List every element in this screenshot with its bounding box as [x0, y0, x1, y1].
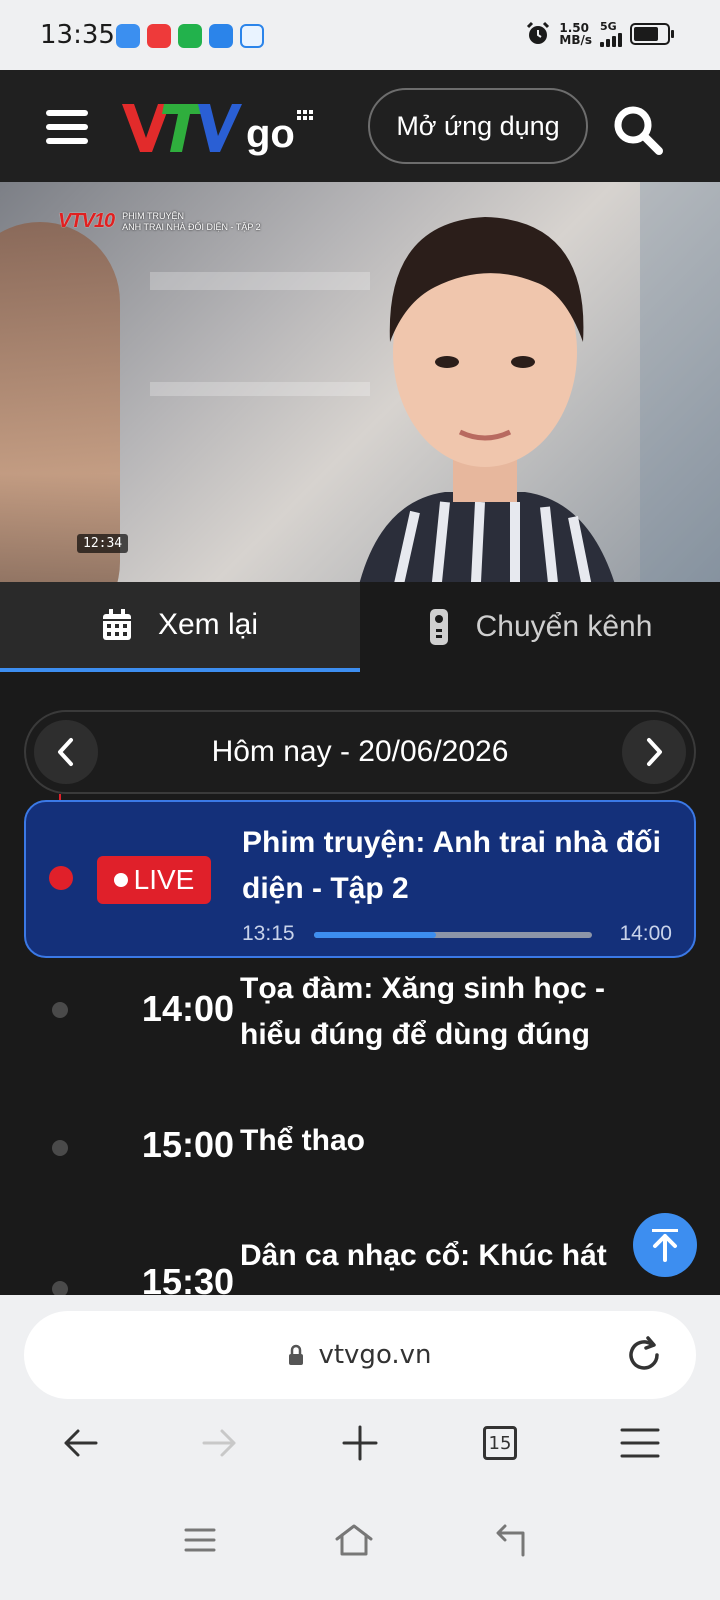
battery-icon [630, 22, 674, 45]
network-speed-unit: MB/s [559, 32, 592, 47]
cloud-app-notification-icon [240, 24, 264, 48]
remote-icon [429, 609, 448, 645]
network-type: 5G [600, 20, 617, 33]
system-back-button[interactable] [480, 1510, 540, 1570]
schedule-time: 15:30 [141, 1261, 234, 1295]
new-tab-button[interactable] [330, 1413, 390, 1473]
tab-switch-channel[interactable]: Chuyển kênh [360, 582, 720, 672]
schedule-item[interactable]: 14:00 Tọa đàm: Xăng sinh học - hiểu đúng… [24, 966, 696, 1076]
browser-menu-button[interactable] [610, 1413, 670, 1473]
vtvgo-logo[interactable]: go [120, 96, 313, 156]
status-right: 1.50 MB/s 5G [525, 20, 674, 47]
video-player[interactable]: VTV10 PHIM TRUYỆN ANH TRAI NHÀ ĐỐI DIỆN … [0, 182, 720, 582]
address-bar[interactable]: vtvgo.vn [24, 1311, 696, 1399]
url-text: vtvgo.vn [318, 1340, 432, 1370]
date-selector: Hôm nay - 20/06/2026 [24, 710, 696, 794]
tab-count: 15 [483, 1426, 517, 1460]
recents-icon [184, 1528, 216, 1552]
background-window [640, 182, 720, 582]
arrow-right-icon [202, 1429, 236, 1457]
system-home-button[interactable] [324, 1510, 384, 1570]
schedule-item[interactable]: 15:30 Dân ca nhạc cổ: Khúc hát [24, 1233, 696, 1295]
schedule-title: Tọa đàm: Xăng sinh học - hiểu đúng để dù… [240, 972, 606, 1051]
live-program-title: Phim truyện: Anh trai nhà đối diện - Tập… [242, 826, 661, 905]
home-icon [335, 1524, 373, 1556]
next-day-button[interactable] [622, 720, 686, 784]
tab-replay[interactable]: Xem lại [0, 582, 360, 672]
schedule-item[interactable]: 15:00 Thể thao [24, 1118, 696, 1188]
live-start-time: 13:15 [242, 922, 295, 945]
live-dot-icon [113, 873, 128, 887]
status-time: 13:35 [40, 20, 115, 50]
tab-switch-channel-label: Chuyển kênh [475, 610, 653, 643]
chevron-right-icon [647, 738, 662, 766]
hamburger-menu-icon[interactable] [46, 110, 88, 144]
app-notification-icon [116, 24, 140, 48]
channel-watermark: VTV10 PHIM TRUYỆN ANH TRAI NHÀ ĐỐI DIỆN … [58, 210, 261, 233]
live-end-time: 14:00 [619, 922, 672, 945]
schedule-title: Dân ca nhạc cổ: Khúc hát [240, 1239, 607, 1272]
selected-date: Hôm nay - 20/06/2026 [211, 735, 509, 768]
arrow-up-icon [652, 1229, 678, 1262]
signal-group: 5G [600, 20, 622, 47]
network-app-notification-icon [178, 24, 202, 48]
status-bar: 13:35 1.50 MB/s 5G [0, 0, 720, 70]
channel-logo: VTV10 [58, 210, 115, 232]
chevron-left-icon [58, 738, 73, 766]
vtv-logo-mark [122, 104, 242, 152]
network-speed-value: 1.50 [559, 20, 589, 35]
network-speed: 1.50 MB/s [559, 22, 592, 46]
schedule-title: Thể thao [240, 1124, 365, 1157]
channel-program-info: PHIM TRUYỆN ANH TRAI NHÀ ĐỐI DIỆN - TẬP … [122, 211, 261, 233]
live-badge-label: LIVE [133, 864, 195, 895]
arrow-left-icon [64, 1429, 98, 1457]
video-clock: 12:34 [77, 534, 129, 553]
browser-app-notification-icon [209, 24, 233, 48]
back-system-icon [496, 1524, 525, 1557]
system-recents-button[interactable] [170, 1510, 230, 1570]
video-app-notification-icon [147, 24, 171, 48]
tab-replay-label: Xem lại [157, 608, 259, 641]
schedule-time: 15:00 [141, 1124, 234, 1165]
schedule-time: 14:00 [141, 988, 234, 1029]
schedule-dot [52, 1140, 68, 1156]
calendar-icon [102, 609, 131, 640]
site-header: go Mở ứng dụng [0, 70, 720, 182]
menu-icon [620, 1428, 660, 1458]
plus-icon [342, 1425, 378, 1461]
alarm-icon [527, 21, 550, 44]
reload-icon[interactable] [624, 1335, 664, 1375]
address-display: vtvgo.vn [24, 1311, 696, 1399]
forward-button[interactable] [190, 1413, 250, 1473]
schedule-dot [52, 1281, 68, 1295]
logo-dots [296, 110, 313, 120]
live-progress-fill [314, 932, 437, 938]
live-progress-bar [314, 932, 592, 938]
logo-go-text: go [246, 112, 295, 156]
channel-program-genre: PHIM TRUYỆN [122, 210, 184, 221]
schedule-item-live[interactable]: LIVE Phim truyện: Anh trai nhà đối diện … [24, 800, 696, 958]
channel-program-title: ANH TRAI NHÀ ĐỐI DIỆN - TẬP 2 [122, 221, 261, 232]
schedule-dot [52, 1002, 68, 1018]
signal-icon [600, 33, 622, 47]
tabs-button[interactable]: 15 [470, 1413, 530, 1473]
search-icon[interactable] [612, 104, 664, 156]
scroll-to-top-button[interactable] [633, 1213, 697, 1277]
notification-icons [116, 24, 264, 48]
browser-toolbar: vtvgo.vn 15 [0, 1295, 720, 1600]
live-timeline-dot [49, 866, 73, 890]
tab-bar: Xem lại Chuyển kênh [0, 582, 720, 672]
live-badge: LIVE [97, 856, 211, 904]
open-app-button[interactable]: Mở ứng dụng [368, 88, 588, 164]
previous-day-button[interactable] [34, 720, 98, 784]
back-button[interactable] [50, 1413, 110, 1473]
lock-icon [289, 1344, 304, 1365]
actor-image [359, 217, 615, 582]
foreground-blur [0, 222, 120, 582]
